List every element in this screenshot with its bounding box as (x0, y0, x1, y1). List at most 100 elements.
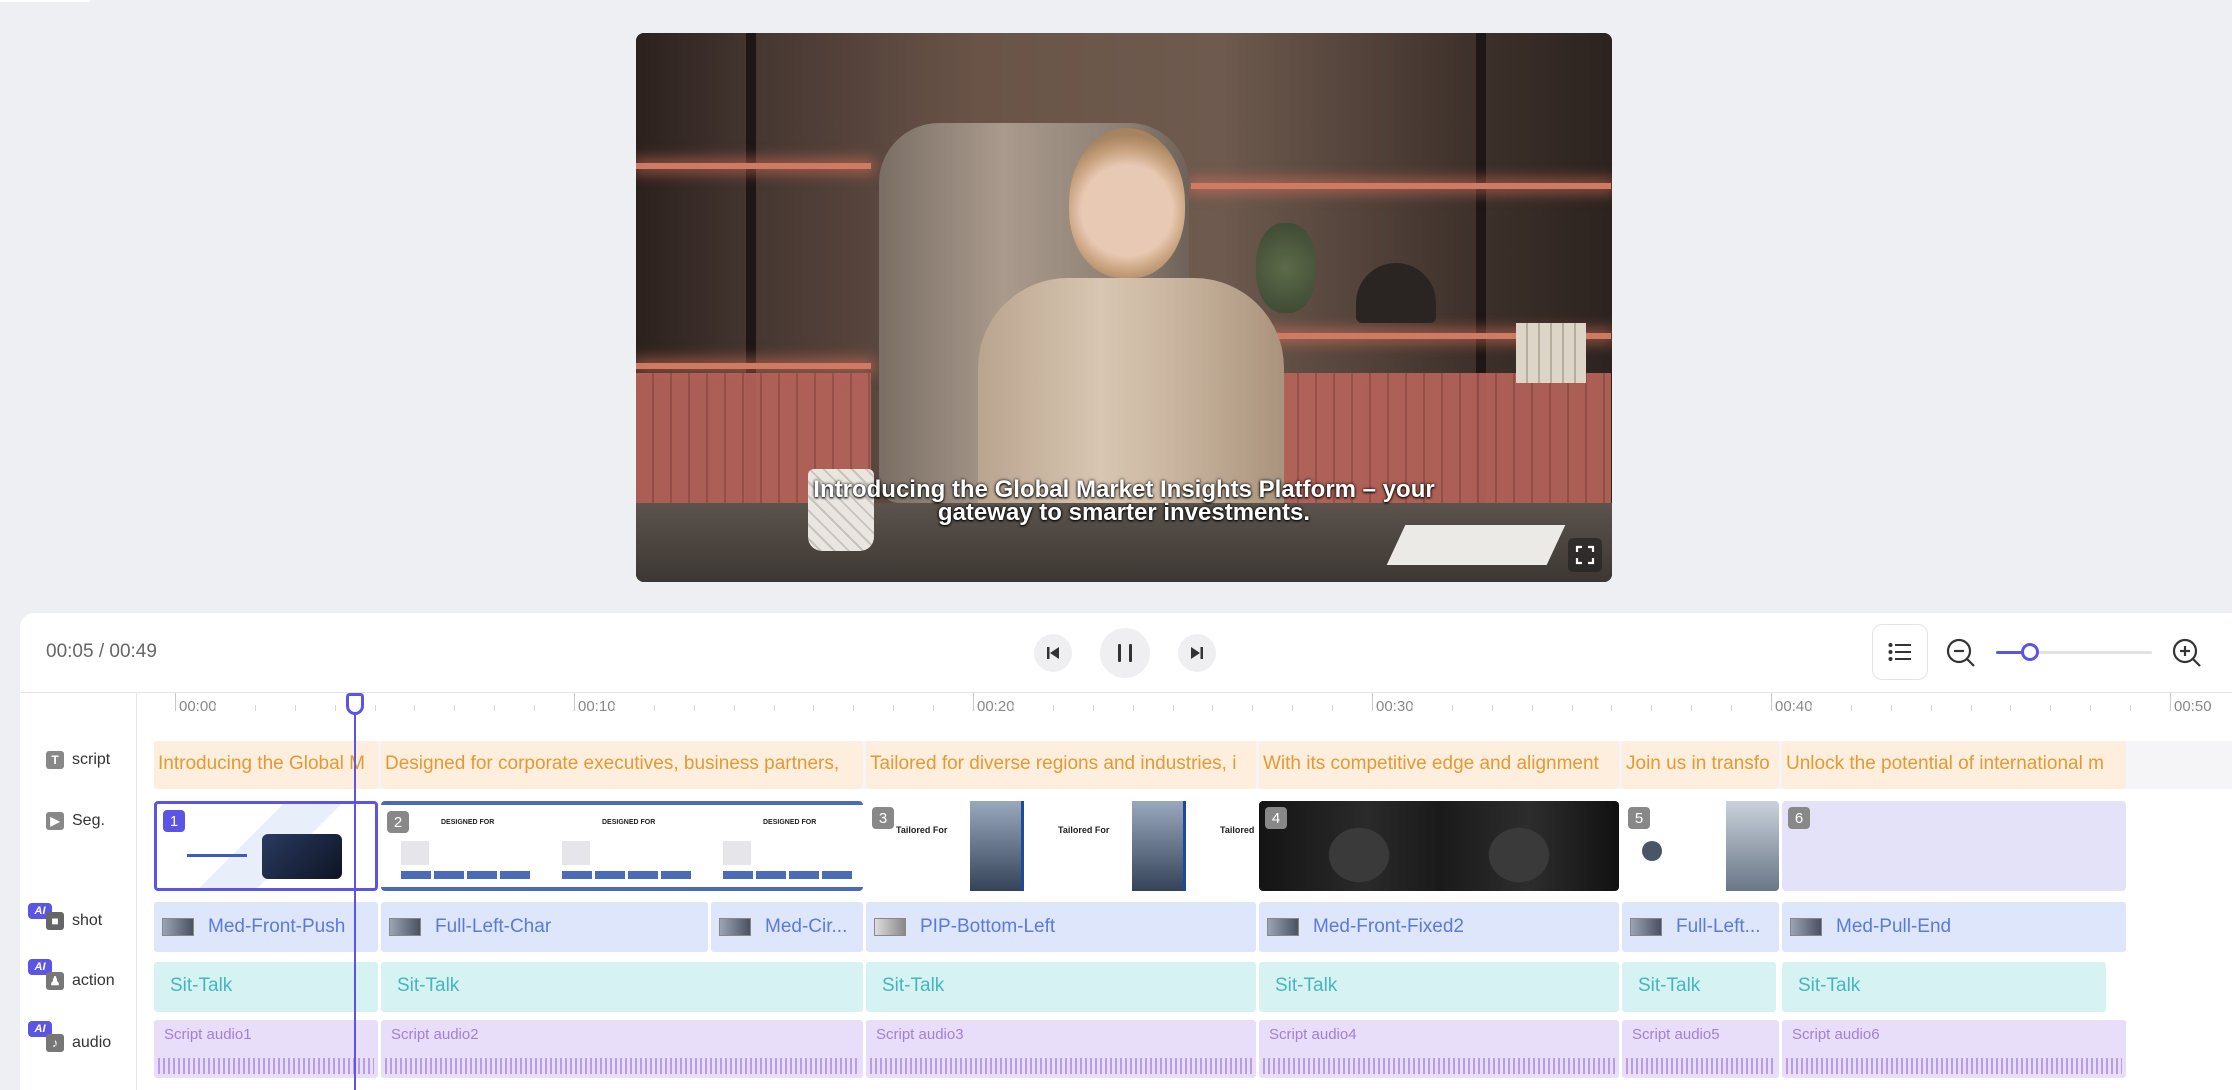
ruler-minor-tick (214, 705, 216, 711)
script-clip[interactable]: Join us in transfo (1622, 741, 1779, 789)
action-clip[interactable]: Sit-Talk (866, 962, 1256, 1012)
paper-sheet (1386, 525, 1566, 565)
ruler-minor-tick (1092, 705, 1094, 711)
slide-thumbnail: Tailored For (1028, 801, 1190, 891)
ruler-label: 00:50 (2174, 698, 2212, 715)
shot-clip[interactable]: Med-Front-Push (154, 902, 378, 952)
ruler-tick (973, 693, 974, 711)
ruler-minor-tick (1691, 705, 1693, 711)
video-preview[interactable]: Introducing the Global Market Insights P… (636, 33, 1612, 582)
shot-clip[interactable]: Full-Left... (1622, 902, 1779, 952)
script-clip[interactable]: Unlock the potential of international m (1782, 741, 2126, 789)
pause-button[interactable] (1100, 628, 1150, 678)
next-button[interactable] (1178, 634, 1216, 672)
ruler-minor-tick (1970, 705, 1972, 711)
script-clip[interactable]: With its competitive edge and alignment (1259, 741, 1619, 789)
audio-clip[interactable]: Script audio5 (1622, 1020, 1779, 1078)
ruler-minor-tick (374, 705, 376, 711)
shot-clip[interactable]: Full-Left-Char (381, 902, 708, 952)
ruler-minor-tick (653, 705, 655, 711)
track-label-action[interactable]: ♟ action (36, 964, 122, 998)
slide-thumbnail (167, 804, 367, 888)
action-clip[interactable]: Sit-Talk (1259, 962, 1619, 1012)
ruler-minor-tick (2090, 705, 2092, 711)
time-ruler[interactable]: 00:00 00:10 00:20 00:30 00:40 00:50 (154, 693, 2232, 715)
segment-clip[interactable]: 5 (1622, 801, 1779, 891)
ruler-minor-tick (1132, 705, 1134, 711)
ruler-tick (175, 693, 176, 711)
ruler-minor-tick (1651, 705, 1653, 711)
script-clip[interactable]: Introducing the Global M (154, 741, 378, 789)
segment-clip[interactable]: 4 (1259, 801, 1619, 891)
track-label-script[interactable]: T script (36, 743, 122, 777)
script-clip[interactable]: Designed for corporate executives, busin… (381, 741, 863, 789)
ruler-tick (2170, 693, 2171, 711)
tablet-thumbnail (1459, 801, 1579, 891)
ruler-tick (1771, 693, 1772, 711)
ruler-label: 00:20 (977, 698, 1015, 715)
segment-number: 6 (1788, 807, 1810, 829)
subtitle-line-2: gateway to smarter investments. (937, 499, 1311, 526)
audio-clip[interactable]: Script audio3 (866, 1020, 1256, 1078)
segment-number: 3 (872, 807, 894, 829)
ruler-minor-tick (2010, 705, 2012, 711)
ruler-minor-tick (1491, 705, 1493, 711)
previous-button[interactable] (1034, 634, 1072, 672)
action-clip[interactable]: Sit-Talk (1782, 962, 2106, 1012)
segment-clip[interactable]: 6 (1782, 801, 2126, 891)
zoom-out-icon[interactable] (1946, 638, 1976, 668)
ruler-minor-tick (254, 705, 256, 711)
playhead-handle[interactable] (346, 693, 364, 715)
track-label-shot[interactable]: ■ shot (36, 904, 122, 938)
audio-waveform (1263, 1054, 1615, 1074)
audio-waveform (1626, 1054, 1775, 1074)
ruler-minor-tick (2050, 705, 2052, 711)
audio-clip[interactable]: Script audio6 (1782, 1020, 2126, 1078)
action-clip[interactable]: Sit-Talk (154, 962, 378, 1012)
segment-clip[interactable]: 3 Tailored For Tailored For Tailored (866, 801, 1256, 891)
top-edge-bar (0, 0, 90, 2)
playhead[interactable] (346, 693, 364, 1090)
track-label-seg[interactable]: ▶ Seg. (36, 804, 122, 838)
script-clip[interactable]: Tailored for diverse regions and industr… (866, 741, 1256, 789)
book-stack (1516, 323, 1586, 383)
shot-thumbnail (1630, 918, 1662, 936)
segment-clip[interactable]: 1 (154, 801, 378, 891)
segment-number: 5 (1628, 807, 1650, 829)
shot-clip[interactable]: Med-Cir... (711, 902, 863, 952)
shot-clip[interactable]: Med-Pull-End (1782, 902, 2126, 952)
ruler-minor-tick (1890, 705, 1892, 711)
ruler-label: 00:10 (578, 698, 616, 715)
audio-waveform (870, 1054, 1252, 1074)
zoom-slider-knob[interactable] (2021, 643, 2040, 661)
audio-clip[interactable]: Script audio1 (154, 1020, 378, 1078)
action-clip[interactable]: Sit-Talk (381, 962, 863, 1012)
ruler-minor-tick (853, 705, 855, 711)
ruler-minor-tick (933, 705, 935, 711)
person-icon: ♟ (46, 972, 64, 990)
ruler-minor-tick (454, 705, 456, 711)
ruler-minor-tick (1292, 705, 1294, 711)
zoom-in-icon[interactable] (2172, 638, 2202, 668)
track-labels: T script ▶ Seg. AI ■ shot AI ♟ action AI… (20, 693, 137, 1090)
zoom-slider[interactable] (1996, 643, 2152, 661)
skip-back-icon (1047, 647, 1059, 659)
audio-clip[interactable]: Script audio4 (1259, 1020, 1619, 1078)
time-display: 00:05 / 00:49 (46, 641, 157, 662)
skip-forward-icon (1191, 647, 1203, 659)
shot-clip[interactable]: PIP-Bottom-Left (866, 902, 1256, 952)
ruler-minor-tick (2130, 705, 2132, 711)
ruler-minor-tick (1451, 705, 1453, 711)
list-icon (1888, 643, 1911, 661)
ruler-minor-tick (1571, 705, 1573, 711)
segment-clip[interactable]: 2 DESIGNED FOR DESIGNED FOR DESIGNED FOR (381, 801, 863, 891)
audio-clip[interactable]: Script audio2 (381, 1020, 863, 1078)
action-clip[interactable]: Sit-Talk (1622, 962, 1776, 1012)
subtitle-line-1: Introducing the Global Market Insights P… (813, 476, 1435, 503)
fullscreen-button[interactable] (1568, 538, 1602, 572)
shot-clip[interactable]: Med-Front-Fixed2 (1259, 902, 1619, 952)
ruler-minor-tick (893, 705, 895, 711)
track-label-audio[interactable]: ♪ audio (36, 1026, 122, 1060)
ruler-minor-tick (534, 705, 536, 711)
list-view-button[interactable] (1872, 624, 1928, 680)
